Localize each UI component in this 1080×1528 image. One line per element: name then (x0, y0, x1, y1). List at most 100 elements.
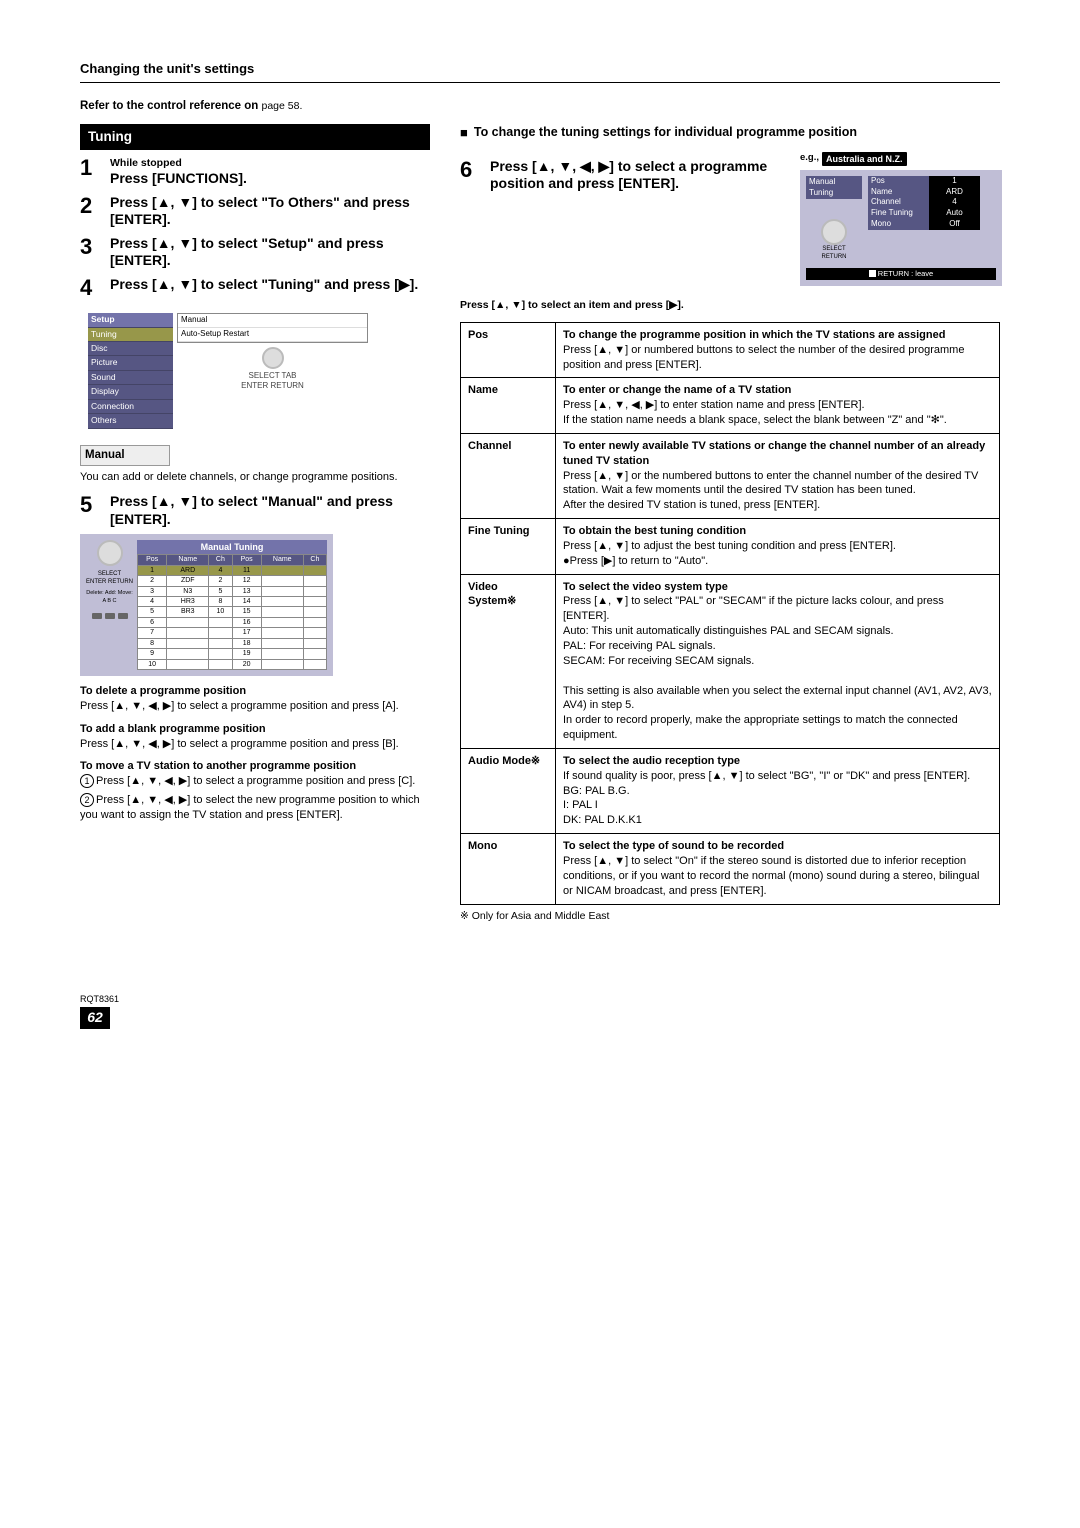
knob-labels: SELECT ENTER RETURN (86, 570, 133, 586)
example-label: e.g., Australia and N.Z. (800, 152, 1000, 166)
delete-heading: To delete a programme position (80, 684, 430, 699)
row-head: To select the video system type (563, 581, 728, 593)
individual-tuning-heading: ■ To change the tuning settings for indiv… (460, 124, 1000, 142)
cell: 19 (232, 649, 261, 659)
cell (209, 638, 232, 648)
row-text: Press [▲, ▼] to adjust the best tuning c… (563, 540, 896, 567)
cell: N3 (167, 586, 209, 596)
row-body-audiomode: To select the audio reception typeIf sou… (556, 748, 1000, 833)
row-key-mono: Mono (461, 834, 556, 904)
field-key: Mono (868, 219, 929, 230)
cell (303, 659, 326, 669)
control-reference: Refer to the control reference on page 5… (80, 99, 1000, 115)
cell (167, 628, 209, 638)
manual-tuning-screenshot: SELECT ENTER RETURN Delete: Add: Move: A… (80, 534, 333, 676)
page-number: 62 (80, 1007, 110, 1029)
ref-page: page 58. (261, 100, 302, 112)
setup-icons-label: SELECT TAB ENTER RETURN (177, 347, 368, 393)
field-val: 4 (929, 197, 980, 208)
cell (261, 649, 303, 659)
cell: 12 (232, 576, 261, 586)
row-text: Press [▲, ▼, ◀, ▶] to enter station name… (563, 399, 947, 426)
eg-prefix: e.g., (800, 152, 819, 165)
cell (303, 576, 326, 586)
add-heading: To add a blank programme position (80, 722, 430, 737)
tuning-heading: Tuning (80, 124, 430, 150)
setup-menu-item: Sound (88, 371, 173, 385)
cell (261, 565, 303, 575)
cell (303, 586, 326, 596)
row-key-channel: Channel (461, 433, 556, 518)
table-header: Ch (209, 555, 232, 565)
setup-screenshot: Setup Tuning Disc Picture Sound Display … (80, 305, 376, 437)
table-header: Name (261, 555, 303, 565)
table-header: Name (167, 555, 209, 565)
move-body-2: 2Press [▲, ▼, ◀, ▶] to select the new pr… (80, 793, 430, 823)
cell: 11 (232, 565, 261, 575)
cell: 5 (209, 586, 232, 596)
cell: 17 (232, 628, 261, 638)
field-key: Pos (868, 176, 929, 187)
row-text: Press [▲, ▼] or numbered buttons to sele… (563, 344, 964, 371)
step6-instruction: Press [▲, ▼, ◀, ▶] to select a programme… (490, 158, 790, 193)
cell (167, 649, 209, 659)
manual-tuning-table: Pos Name Ch Pos Name Ch 1ARD411 2ZDF212 … (137, 554, 327, 670)
header-title: Changing the unit's settings (80, 60, 1000, 78)
table-header: Pos (138, 555, 167, 565)
cell: 10 (209, 607, 232, 617)
square-icon (869, 270, 876, 277)
step3-instruction: Press [▲, ▼] to select "Setup" and press… (110, 235, 430, 270)
move-text-1: Press [▲, ▼, ◀, ▶] to select a programme… (96, 775, 415, 787)
row-body-finetuning: To obtain the best tuning condition Press… (556, 519, 1000, 575)
cell: 5 (138, 607, 167, 617)
cell (209, 649, 232, 659)
cell (209, 659, 232, 669)
cell (167, 659, 209, 669)
cell (303, 649, 326, 659)
setup-menu-item: Tuning (88, 328, 173, 342)
setup-panel: Manual Auto-Setup Restart (177, 313, 368, 343)
row-head: To obtain the best tuning condition (563, 525, 746, 537)
step4-instruction: Press [▲, ▼] to select "Tuning" and pres… (110, 276, 430, 294)
individual-tuning-text: To change the tuning settings for indivi… (474, 124, 857, 142)
cell: 7 (138, 628, 167, 638)
setup-icons-text: SELECT TAB ENTER RETURN (241, 371, 304, 391)
row-body-pos: To change the programme position in whic… (556, 322, 1000, 378)
cell: HR3 (167, 597, 209, 607)
step1-instruction: Press [FUNCTIONS]. (110, 170, 430, 188)
cell: 13 (232, 586, 261, 596)
cell: ARD (167, 565, 209, 575)
row-body-videosystem: To select the video system typePress [▲,… (556, 574, 1000, 748)
table-header: Pos (232, 555, 261, 565)
color-buttons (92, 613, 128, 619)
cell (261, 576, 303, 586)
step-number-6: 6 (460, 158, 482, 181)
cell (303, 597, 326, 607)
manual-description: You can add or delete channels, or chang… (80, 470, 430, 485)
step-number-3: 3 (80, 235, 102, 258)
square-bullet-icon: ■ (460, 124, 468, 142)
move-text-2: Press [▲, ▼, ◀, ▶] to select the new pro… (80, 794, 420, 821)
step2-instruction: Press [▲, ▼] to select "To Others" and p… (110, 194, 430, 229)
setup-menu-item: Setup (88, 313, 173, 327)
cell: 6 (138, 617, 167, 627)
row-head: To change the programme position in whic… (563, 329, 945, 341)
row-key-videosystem: Video System※ (461, 574, 556, 748)
cell: 4 (138, 597, 167, 607)
region-badge: Australia and N.Z. (822, 152, 907, 166)
row-head: To select the audio reception type (563, 755, 740, 767)
cell (261, 617, 303, 627)
cell (167, 638, 209, 648)
cell: 16 (232, 617, 261, 627)
select-item-note: Press [▲, ▼] to select an item and press… (460, 298, 1000, 312)
add-body: Press [▲, ▼, ◀, ▶] to select a programme… (80, 737, 430, 752)
setup-panel-item: Manual (178, 314, 367, 328)
cell: 9 (138, 649, 167, 659)
table-header: Ch (303, 555, 326, 565)
cell (209, 628, 232, 638)
setup-panel-item: Auto-Setup Restart (178, 328, 367, 342)
field-val: Off (929, 219, 980, 230)
cell: 10 (138, 659, 167, 669)
ref-text: Refer to the control reference on (80, 100, 261, 112)
manual-subheading: Manual (80, 445, 170, 467)
